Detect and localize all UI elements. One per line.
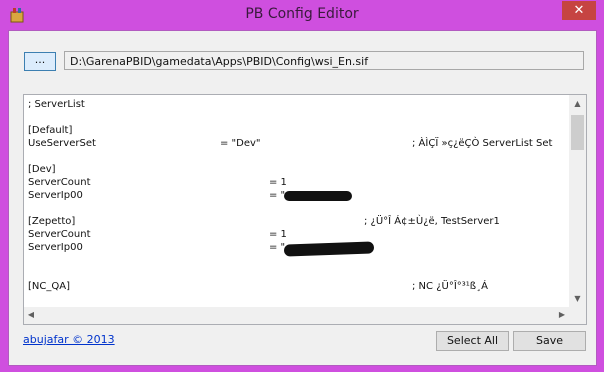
line-text: [Dev] (28, 164, 56, 175)
horizontal-scrollbar[interactable]: ◀ ▶ (24, 307, 569, 324)
line-text: ServerIp00 (28, 190, 83, 201)
line-comment: ; ÀÌÇÏ »ç¿ëÇÒ ServerList Set (412, 138, 553, 149)
editor-content[interactable]: ; ServerList [Default] UseServerSet = "D… (28, 98, 566, 308)
close-button[interactable]: ✕ (562, 1, 596, 20)
line-comment: ; ¿Ü°Î Á¢±Ù¿ë, TestServer1 (364, 216, 500, 227)
line-value: = "Dev" (220, 138, 261, 149)
editor-line: UseServerSet = "Dev" ; ÀÌÇÏ »ç¿ëÇÒ Serve… (28, 137, 566, 150)
vertical-scrollbar[interactable]: ▲ ▼ (569, 95, 586, 307)
config-text-editor[interactable]: ; ServerList [Default] UseServerSet = "D… (23, 94, 587, 325)
line-text: ; ServerList (28, 99, 85, 110)
scroll-left-icon[interactable]: ◀ (26, 310, 36, 319)
main-panel: ... D:\GarenaPBID\gamedata\Apps\PBID\Con… (8, 30, 597, 366)
editor-line: ; ServerList (28, 98, 566, 111)
line-text: ServerCount (28, 177, 91, 188)
editor-line: [NC_QA] ; NC ¿Ü°Î°³¹ß¸Á (28, 280, 566, 293)
window-title: PB Config Editor (245, 6, 359, 22)
line-text: ServerCount (28, 229, 91, 240)
editor-line: ServerCount = 1 (28, 176, 566, 189)
editor-line: [Default] (28, 124, 566, 137)
scroll-up-icon[interactable]: ▲ (569, 99, 586, 108)
redaction-mark (284, 191, 352, 201)
editor-line: [Zepetto] ; ¿Ü°Î Á¢±Ù¿ë, TestServer1 (28, 215, 566, 228)
scrollbar-corner (569, 307, 586, 324)
line-text: ServerIp00 (28, 242, 83, 253)
line-value: = " (269, 190, 286, 201)
editor-line: ServerCount = 1 (28, 228, 566, 241)
select-all-button[interactable]: Select All (436, 331, 509, 351)
credit-link[interactable]: abujafar © 2013 (23, 333, 115, 346)
editor-line: ServerIp00 = " (28, 189, 566, 202)
app-window: PB Config Editor ✕ ... D:\GarenaPBID\gam… (0, 0, 604, 372)
editor-line: [Dev] (28, 163, 566, 176)
line-text: UseServerSet (28, 138, 96, 149)
scroll-down-icon[interactable]: ▼ (569, 294, 586, 303)
line-text: [Zepetto] (28, 216, 76, 227)
title-bar[interactable]: PB Config Editor ✕ (0, 0, 604, 30)
file-path-field[interactable]: D:\GarenaPBID\gamedata\Apps\PBID\Config\… (64, 51, 584, 70)
editor-line: ServerIp00 = " (28, 241, 566, 257)
save-button[interactable]: Save (513, 331, 586, 351)
browse-button[interactable]: ... (24, 52, 56, 71)
line-value: = " (269, 242, 286, 253)
scroll-right-icon[interactable]: ▶ (557, 310, 567, 319)
line-text: [NC_QA] (28, 281, 70, 292)
line-value: = 1 (269, 177, 287, 188)
line-value: = 1 (269, 229, 287, 240)
vertical-scroll-thumb[interactable] (571, 115, 584, 150)
line-text: [Default] (28, 125, 73, 136)
line-comment: ; NC ¿Ü°Î°³¹ß¸Á (412, 281, 488, 292)
